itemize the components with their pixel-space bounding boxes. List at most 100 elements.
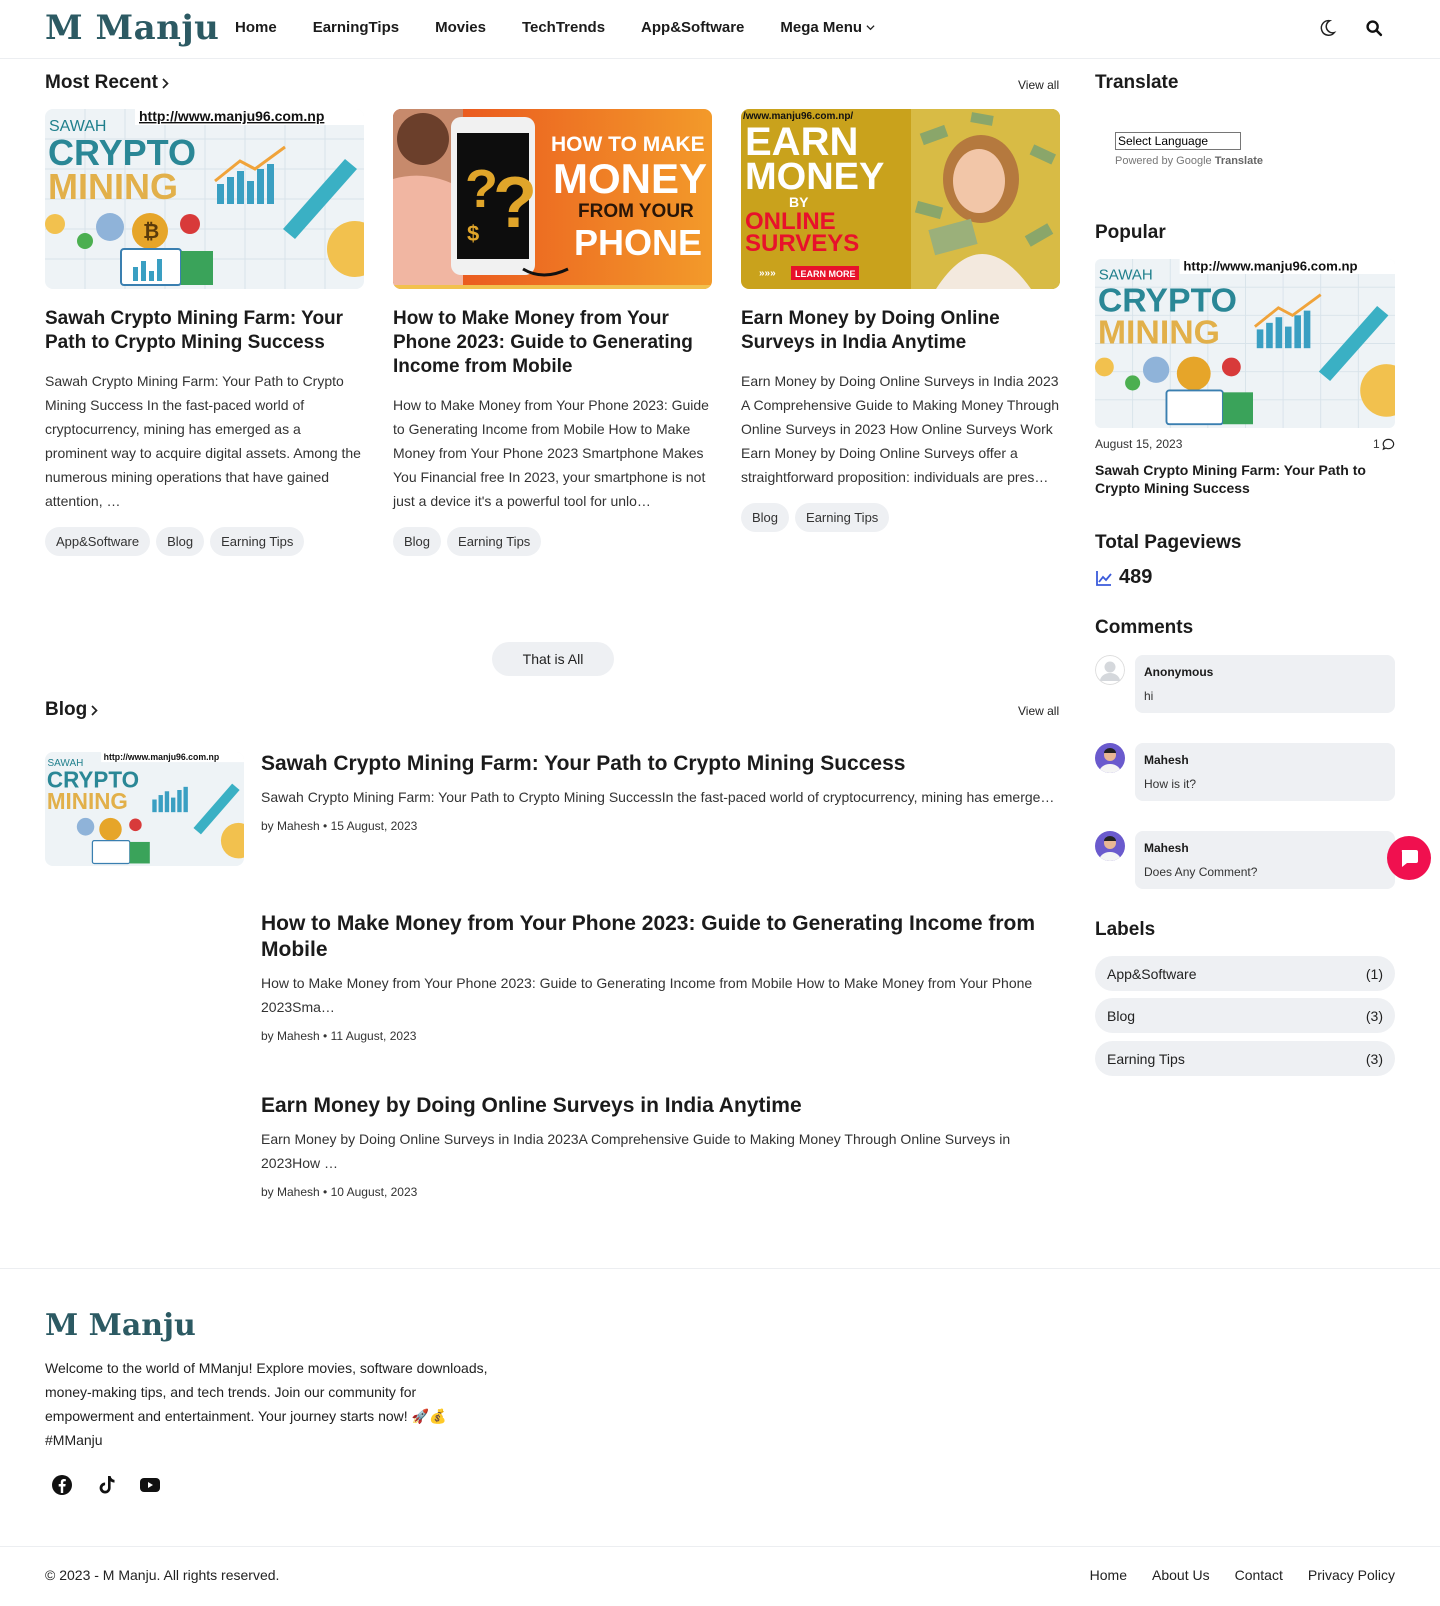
footer-logo[interactable]: M Manju <box>45 1308 196 1343</box>
tag-chip[interactable]: App&Software <box>45 527 151 556</box>
post-tags: Blog Earning Tips <box>741 503 1060 532</box>
label-app-software[interactable]: App&Software (1) <box>1095 956 1395 991</box>
svg-text:₿: ₿ <box>143 221 159 243</box>
post-card[interactable]: /www.manju96.com.np/ EARN MONEY BY ONLIN… <box>741 109 1060 532</box>
footer-link-about[interactable]: About Us <box>1152 1567 1210 1583</box>
thumb-line3: MINING <box>47 789 128 814</box>
facebook-icon[interactable] <box>50 1473 74 1497</box>
popular-post-comment-count[interactable]: 1 <box>1373 437 1395 451</box>
blog-list-item: Earn Money by Doing Online Surveys in In… <box>261 1093 1061 1199</box>
footer-about-text: Welcome to the world of MManju! Explore … <box>45 1360 488 1448</box>
comment-bubble: Anonymous hi <box>1135 655 1395 713</box>
comment-text: Does Any Comment? <box>1144 865 1258 879</box>
comment-count-value: 1 <box>1373 437 1380 451</box>
blog-post-meta: by Mahesh • 11 August, 2023 <box>261 1029 417 1043</box>
label-name: App&Software <box>1107 965 1197 982</box>
thumb-line2: MONEY <box>745 156 884 198</box>
chat-button[interactable] <box>1387 836 1431 880</box>
tag-chip[interactable]: Blog <box>741 503 790 532</box>
pageviews-value: 489 <box>1119 566 1153 588</box>
post-thumbnail[interactable]: http://www.manju96.com.np SAWAH CRYPTO M… <box>45 109 364 289</box>
comment-bubble: Mahesh Does Any Comment? <box>1135 831 1395 889</box>
label-count: (3) <box>1365 1007 1383 1024</box>
thumb-cta: LEARN MORE <box>795 269 856 279</box>
nav-movies[interactable]: Movies <box>435 19 486 36</box>
chevron-right-icon <box>162 77 169 89</box>
blog-post-title[interactable]: Earn Money by Doing Online Surveys in In… <box>261 1093 1061 1119</box>
post-title[interactable]: How to Make Money from Your Phone 2023: … <box>393 307 712 379</box>
blog-post-thumbnail[interactable]: http://www.manju96.com.np SAWAH CRYPTO M… <box>45 752 244 866</box>
nav-app-software[interactable]: App&Software <box>641 19 744 36</box>
footer-link-privacy[interactable]: Privacy Policy <box>1308 1567 1395 1583</box>
crypto-mining-image: http://www.manju96.com.np SAWAH CRYPTO M… <box>45 752 244 866</box>
tiktok-icon[interactable] <box>94 1473 118 1497</box>
nav-techtrends[interactable]: TechTrends <box>522 19 605 36</box>
blog-post-title[interactable]: How to Make Money from Your Phone 2023: … <box>261 911 1061 963</box>
popular-post-title[interactable]: Sawah Crypto Mining Farm: Your Path to C… <box>1095 461 1395 497</box>
chevron-down-icon <box>866 25 875 31</box>
label-earning-tips[interactable]: Earning Tips (3) <box>1095 1041 1395 1076</box>
svg-text:?: ? <box>493 163 537 243</box>
tag-chip[interactable]: Earning Tips <box>795 503 890 532</box>
most-recent-heading[interactable]: Most Recent <box>45 72 170 94</box>
avatar <box>1095 655 1125 685</box>
post-thumbnail[interactable]: ? ? $ HOW TO MAKE MONEY FROM YOUR PHONE <box>393 109 712 289</box>
site-logo[interactable]: M Manju <box>45 8 219 48</box>
label-name: Blog <box>1107 1007 1136 1024</box>
most-recent-view-all-link[interactable]: View all <box>1018 78 1059 92</box>
online-surveys-image: /www.manju96.com.np/ EARN MONEY BY ONLIN… <box>741 109 1060 289</box>
chat-bubble-icon <box>1401 850 1418 867</box>
post-thumbnail[interactable]: /www.manju96.com.np/ EARN MONEY BY ONLIN… <box>741 109 1060 289</box>
blog-post-meta: by Mahesh • 15 August, 2023 <box>261 819 418 833</box>
crypto-mining-image: http://www.manju96.com.np SAWAH CRYPTO M… <box>1095 259 1395 428</box>
blog-post-excerpt: Sawah Crypto Mining Farm: Your Path to C… <box>261 789 1055 805</box>
blog-post-title[interactable]: Sawah Crypto Mining Farm: Your Path to C… <box>261 751 1061 777</box>
translate-link[interactable]: Translate <box>1215 155 1263 167</box>
comment-author: Mahesh <box>1144 753 1189 767</box>
blog-view-all-link[interactable]: View all <box>1018 704 1059 718</box>
post-title[interactable]: Sawah Crypto Mining Farm: Your Path to C… <box>45 307 364 355</box>
youtube-icon[interactable] <box>138 1473 162 1497</box>
tag-chip[interactable]: Blog <box>156 527 205 556</box>
nav-home[interactable]: Home <box>235 19 277 36</box>
footer-bottom-divider <box>0 1546 1440 1547</box>
comment-author: Mahesh <box>1144 841 1189 855</box>
footer-link-contact[interactable]: Contact <box>1235 1567 1283 1583</box>
nav-earningtips[interactable]: EarningTips <box>313 19 399 36</box>
tag-chip[interactable]: Blog <box>393 527 442 556</box>
post-card[interactable]: http://www.manju96.com.np SAWAH CRYPTO M… <box>45 109 364 556</box>
footer-divider <box>0 1268 1440 1269</box>
thumb-line3: FROM YOUR <box>578 201 694 222</box>
post-title[interactable]: Earn Money by Doing Online Surveys in In… <box>741 307 1060 355</box>
nav-mega-menu[interactable]: Mega Menu <box>780 19 875 36</box>
post-excerpt: How to Make Money from Your Phone 2023: … <box>393 397 709 509</box>
comment-author: Anonymous <box>1144 665 1214 679</box>
thumb-line2: MONEY <box>553 155 707 202</box>
post-tags: Blog Earning Tips <box>393 527 712 556</box>
popular-post-thumbnail[interactable]: http://www.manju96.com.np SAWAH CRYPTO M… <box>1095 259 1395 428</box>
comment-text: hi <box>1144 689 1154 703</box>
comment-bubble-icon <box>1382 438 1394 450</box>
crypto-mining-image: http://www.manju96.com.np SAWAH CRYPTO M… <box>45 109 364 289</box>
blog-title: Blog <box>45 699 88 720</box>
blog-heading[interactable]: Blog <box>45 699 99 721</box>
google-logo[interactable]: Google <box>1176 155 1211 167</box>
label-blog[interactable]: Blog (3) <box>1095 998 1395 1033</box>
tag-chip[interactable]: Earning Tips <box>210 527 305 556</box>
post-card[interactable]: ? ? $ HOW TO MAKE MONEY FROM YOUR PHONE … <box>393 109 712 556</box>
footer-link-home[interactable]: Home <box>1090 1567 1127 1583</box>
popular-post-date: August 15, 2023 <box>1095 437 1183 451</box>
tag-chip[interactable]: Earning Tips <box>447 527 542 556</box>
pageviews-counter: 489 <box>1095 566 1152 589</box>
chevron-right-icon <box>91 704 98 716</box>
nav-mega-menu-label: Mega Menu <box>780 19 863 36</box>
language-select[interactable]: Select Language <box>1115 132 1241 150</box>
blog-list-item: Sawah Crypto Mining Farm: Your Path to C… <box>261 751 1061 833</box>
popular-heading: Popular <box>1095 222 1166 243</box>
comment-bubble: Mahesh How is it? <box>1135 743 1395 801</box>
label-name: Earning Tips <box>1107 1050 1185 1067</box>
thumb-line3: MINING <box>1098 314 1220 352</box>
dark-mode-moon-icon[interactable] <box>1316 17 1338 39</box>
search-icon[interactable] <box>1363 17 1385 39</box>
main-nav: Home EarningTips Movies TechTrends App&S… <box>235 19 911 36</box>
